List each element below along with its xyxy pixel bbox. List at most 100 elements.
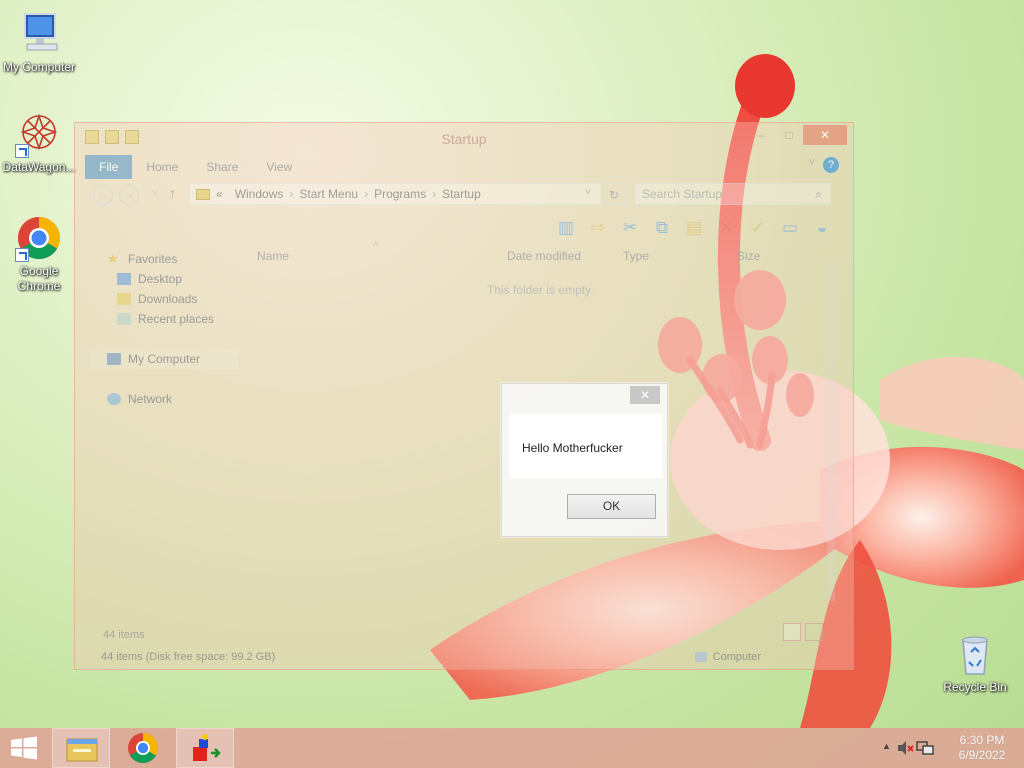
nav-my-computer[interactable]: My Computer (89, 349, 239, 369)
item-count: 44 items (103, 629, 145, 641)
desktop-icon-google-chrome[interactable]: Google Chrome (0, 214, 78, 294)
paste-icon[interactable]: ▤ (681, 215, 707, 241)
search-input[interactable]: Search Startup ⌕ (635, 183, 831, 205)
column-type[interactable]: Type (623, 249, 649, 263)
vertical-scrollbar[interactable] (827, 261, 835, 601)
nav-downloads[interactable]: Downloads (89, 289, 239, 309)
start-button[interactable] (0, 728, 48, 768)
clock[interactable]: 6:30 PM 6/9/2022 (954, 733, 1010, 763)
copy-icon[interactable]: ⧉ (649, 215, 675, 241)
open-icon[interactable]: ◒ (809, 215, 835, 241)
desktop-icon-datawagon[interactable]: DataWagon... (0, 110, 78, 175)
search-placeholder: Search Startup (642, 187, 723, 201)
column-date-modified[interactable]: Date modified (507, 249, 581, 263)
sort-ascending-icon: ˄ (373, 239, 379, 249)
details-view-button[interactable] (783, 623, 801, 641)
up-button[interactable]: ↑ (169, 185, 176, 201)
help-icon[interactable]: ? (823, 157, 839, 173)
chrome-icon (128, 733, 158, 764)
computer-icon (694, 652, 707, 662)
nav-label: Network (128, 392, 173, 406)
refresh-button[interactable]: ↻ (603, 183, 625, 205)
maximize-button[interactable]: □ (775, 125, 803, 145)
address-dropdown-icon[interactable]: ˅ (585, 187, 591, 198)
folder-icon (196, 188, 210, 200)
column-headers: Name Date modified Type Size (257, 249, 817, 269)
minimize-button[interactable]: – (747, 125, 775, 145)
navigation-pane: ★ Favorites Desktop Downloads Recent pla… (89, 249, 239, 629)
show-hidden-icons-icon[interactable]: ▲ (882, 741, 891, 751)
breadcrumb-start-menu[interactable]: Start Menu (299, 187, 358, 201)
check-icon[interactable]: ✓ (745, 215, 771, 241)
desktop-icon-label: Recycle Bin (943, 680, 1007, 694)
taskbar-chrome[interactable] (114, 728, 172, 768)
breadcrumb-windows[interactable]: Windows (235, 187, 284, 201)
desktop-icon-recycle-bin[interactable]: Recycle Bin (936, 630, 1014, 695)
windows-logo-icon (11, 736, 37, 760)
clock-time: 6:30 PM (959, 733, 1005, 747)
message-box-close-button[interactable]: ✕ (630, 386, 660, 404)
status-location-label: Computer (712, 651, 761, 663)
network-icon[interactable] (916, 740, 934, 756)
breadcrumb-overflow[interactable]: « (216, 187, 223, 201)
datawagon-icon (15, 110, 63, 158)
window-controls: – □ ✕ (747, 125, 847, 145)
rename-icon[interactable]: ▭ (777, 215, 803, 241)
breadcrumb-startup[interactable]: Startup (442, 187, 481, 201)
close-button[interactable]: ✕ (803, 125, 847, 145)
explorer-window[interactable]: Startup – □ ✕ File Home Share View ˅ ? ←… (74, 122, 854, 670)
message-box-body: Hello Motherfucker (509, 414, 662, 478)
taskbar-running-app[interactable] (176, 728, 234, 768)
column-name[interactable]: Name (257, 249, 289, 263)
cut-icon[interactable]: ✂ (617, 215, 643, 241)
message-text: Hello Motherfucker (522, 441, 623, 455)
file-explorer-icon (66, 738, 98, 762)
search-icon: ⌕ (815, 187, 822, 201)
nav-desktop[interactable]: Desktop (89, 269, 239, 289)
clock-date: 6/9/2022 (958, 748, 1006, 762)
move-to-icon[interactable]: ⇨ (585, 215, 611, 241)
desktop-icon-my-computer[interactable]: My Computer (0, 10, 78, 75)
column-size[interactable]: Size (737, 249, 760, 263)
star-icon: ★ (107, 251, 119, 266)
nav-favorites[interactable]: ★ Favorites (89, 249, 239, 269)
shortcut-arrow-icon (15, 248, 29, 262)
navigation-bar: ← → ˅ ↑ « Windows › Start Menu › Program… (89, 183, 839, 207)
tab-share[interactable]: Share (192, 155, 252, 179)
breadcrumb-programs[interactable]: Programs (374, 187, 426, 201)
ribbon-tabs: File Home Share View (85, 155, 843, 179)
back-button[interactable]: ← (93, 185, 113, 205)
app-blocks-icon (193, 734, 221, 761)
desktop-icon-label: DataWagon... (2, 160, 76, 174)
status-bar: 44 items (Disk free space: 99.2 GB) Comp… (101, 649, 831, 667)
ok-button[interactable]: OK (567, 494, 656, 519)
delete-icon[interactable]: ✕ (713, 215, 739, 241)
taskbar-file-explorer[interactable] (52, 728, 110, 768)
chrome-icon (15, 214, 63, 262)
preview-pane-icon[interactable]: ▥ (553, 215, 579, 241)
computer-icon (15, 10, 63, 58)
expand-ribbon-icon[interactable]: ˅ (809, 157, 815, 169)
window-title: Startup (441, 131, 487, 147)
status-disk-info: 44 items (Disk free space: 99.2 GB) (101, 651, 276, 663)
forward-button[interactable]: → (119, 185, 139, 205)
nav-label: Desktop (138, 272, 183, 286)
volume-muted-icon[interactable] (896, 740, 914, 756)
tab-file[interactable]: File (85, 155, 133, 179)
empty-folder-message: This folder is empty. (487, 283, 594, 297)
address-bar[interactable]: « Windows › Start Menu › Programs › Star… (189, 183, 601, 205)
tab-view[interactable]: View (252, 155, 306, 179)
nav-recent-places[interactable]: Recent places (89, 309, 239, 329)
shortcut-arrow-icon (15, 144, 29, 158)
message-box[interactable]: ✕ Hello Motherfucker OK (501, 383, 668, 537)
taskbar: ▲ 6:30 PM 6/9/2022 (0, 728, 1024, 768)
large-icons-view-button[interactable] (805, 623, 823, 641)
nav-label: Recent places (138, 312, 215, 326)
tab-home[interactable]: Home (132, 155, 192, 179)
computer-icon (107, 353, 121, 365)
recycle-bin-icon (951, 630, 999, 678)
network-icon (107, 393, 121, 405)
nav-network[interactable]: Network (89, 389, 239, 409)
title-bar[interactable]: Startup – □ ✕ (75, 123, 853, 153)
recent-locations-icon[interactable]: ˅ (145, 185, 165, 205)
